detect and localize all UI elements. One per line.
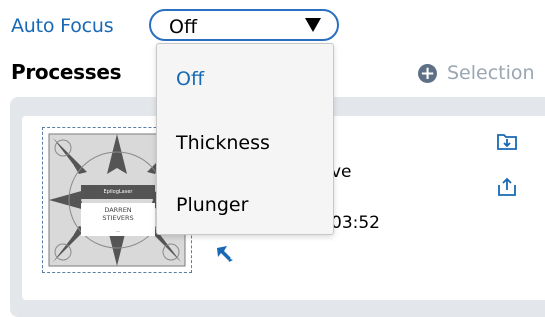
processes-title: Processes bbox=[11, 60, 122, 84]
auto-focus-select[interactable]: Off bbox=[149, 9, 339, 41]
cursor-arrow-icon[interactable] bbox=[215, 245, 235, 263]
download-folder-icon[interactable] bbox=[496, 130, 518, 152]
thumbnail-brand: EpilogLaser bbox=[81, 185, 155, 199]
option-plunger[interactable]: Plunger bbox=[176, 194, 248, 216]
thumbnail-name: DARREN STIEVERS bbox=[81, 203, 155, 231]
auto-focus-dropdown: Off Thickness Plunger bbox=[156, 43, 334, 235]
thumbnail-name-line1: DARREN bbox=[104, 206, 132, 214]
option-off[interactable]: Off bbox=[176, 68, 204, 90]
selection-button[interactable]: + Selection bbox=[418, 62, 535, 84]
plus-circle-icon: + bbox=[418, 62, 437, 84]
auto-focus-value: Off bbox=[169, 16, 198, 38]
thumbnail-name-line2: STIEVERS bbox=[102, 214, 134, 222]
option-thickness[interactable]: Thickness bbox=[176, 132, 270, 154]
job-time: 03:52 bbox=[331, 213, 380, 233]
selection-label: Selection bbox=[447, 62, 535, 84]
auto-focus-label: Auto Focus bbox=[11, 15, 114, 37]
thumbnail-subline: — bbox=[81, 228, 155, 236]
job-name: ve bbox=[331, 162, 352, 182]
caret-down-icon bbox=[305, 18, 321, 32]
upload-tray-icon[interactable] bbox=[496, 176, 518, 198]
